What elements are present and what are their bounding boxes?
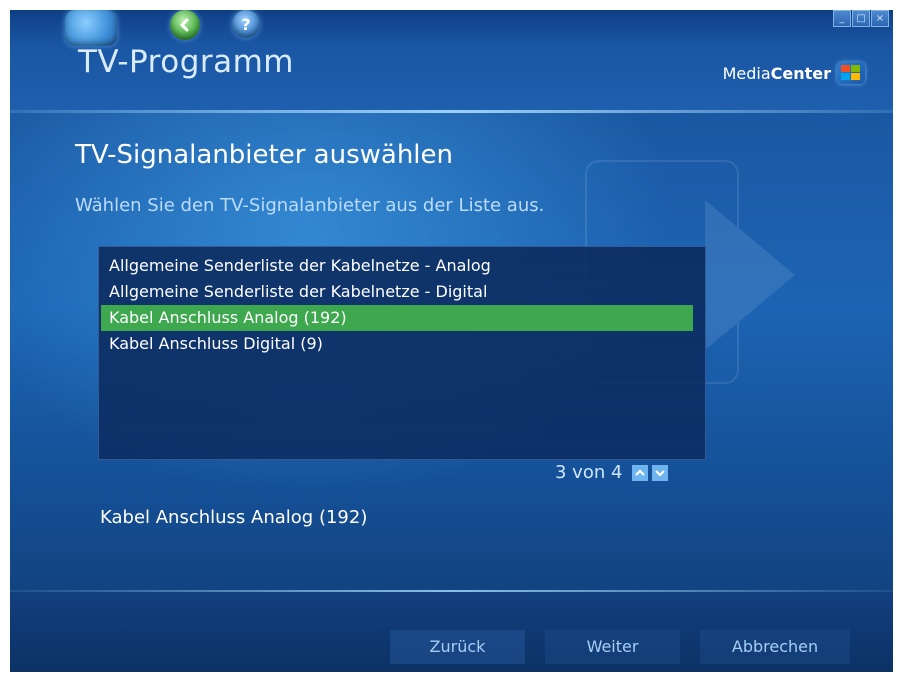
app-title: TV-Programm (78, 44, 295, 80)
next-button[interactable]: Weiter (545, 630, 680, 664)
media-center-brand: MediaCenter (723, 62, 865, 84)
help-glyph: ? (241, 14, 251, 34)
page-down-button[interactable] (652, 464, 669, 481)
list-item[interactable]: Allgemeine Senderliste der Kabelnetze - … (101, 279, 693, 305)
window-controls: _ □ × (833, 10, 889, 27)
maximize-button[interactable]: □ (852, 10, 870, 27)
chevron-down-icon (655, 469, 666, 477)
instruction-text: Wählen Sie den TV-Signalanbieter aus der… (75, 195, 545, 216)
list-item[interactable]: Kabel Anschluss Digital (9) (101, 331, 693, 357)
cancel-button[interactable]: Abbrechen (700, 630, 850, 664)
close-button[interactable]: × (871, 10, 889, 27)
pager-text: 3 von 4 (555, 462, 623, 483)
title-bar: ? _ □ × TV-Programm MediaCenter (10, 10, 893, 110)
back-button[interactable]: Zurück (390, 630, 525, 664)
list-pager: 3 von 4 (555, 462, 669, 483)
list-item[interactable]: Allgemeine Senderliste der Kabelnetze - … (101, 253, 693, 279)
title-divider (10, 110, 893, 113)
page-title: TV-Signalanbieter auswählen (75, 140, 454, 170)
brand-bold: Center (770, 63, 831, 83)
brand-prefix: Media (722, 63, 771, 83)
help-icon[interactable]: ? (232, 10, 260, 38)
media-center-window: ? _ □ × TV-Programm MediaCenter TV-Signa… (10, 10, 893, 672)
windows-start-icon[interactable] (65, 10, 117, 46)
selected-provider-label: Kabel Anschluss Analog (192) (100, 507, 368, 528)
chevron-up-icon (635, 468, 646, 476)
back-arrow-glyph (179, 18, 189, 32)
provider-list[interactable]: Allgemeine Senderliste der Kabelnetze - … (98, 246, 706, 460)
windows-logo-icon (837, 62, 865, 84)
footer-bar: Zurück Weiter Abbrechen (10, 592, 893, 672)
back-arrow-icon[interactable] (170, 10, 200, 40)
page-up-button[interactable] (632, 464, 649, 481)
minimize-button[interactable]: _ (833, 10, 851, 27)
list-item-selected[interactable]: Kabel Anschluss Analog (192) (101, 305, 693, 331)
